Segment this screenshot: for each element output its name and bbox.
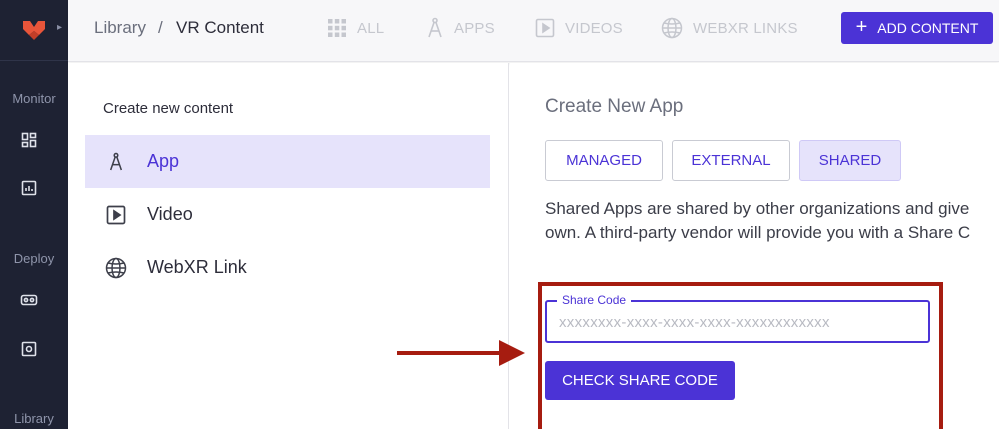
left-rail: ▸ Monitor Deploy Library <box>0 0 68 429</box>
compass-icon <box>428 17 442 38</box>
report-icon[interactable] <box>20 179 38 197</box>
description-line-2: own. A third-party vendor will provide y… <box>545 223 971 242</box>
filter-apps-label: APPS <box>454 19 495 37</box>
content-type-video-label: Video <box>147 204 193 224</box>
content-type-app[interactable]: App <box>85 135 490 188</box>
tab-shared[interactable]: SHARED <box>799 140 901 181</box>
breadcrumb-root[interactable]: Library <box>94 18 146 38</box>
plus-icon: + <box>855 16 868 38</box>
brand-logo-icon <box>23 21 45 40</box>
breadcrumb-separator: / <box>158 18 163 37</box>
content-type-webxr-link[interactable]: WebXR Link <box>85 241 490 294</box>
settings-box-icon[interactable] <box>20 340 38 358</box>
annotation-highlight-box <box>538 282 943 429</box>
play-box-icon <box>105 204 127 226</box>
chevron-right-icon[interactable]: ▸ <box>57 22 62 33</box>
content-type-video[interactable]: Video <box>85 188 490 241</box>
tab-external[interactable]: EXTERNAL <box>672 140 790 181</box>
create-content-heading: Create new content <box>103 100 234 117</box>
grid-icon <box>328 19 346 37</box>
globe-icon <box>105 257 127 279</box>
content-type-app-label: App <box>147 151 180 171</box>
tab-managed[interactable]: MANAGED <box>545 140 663 181</box>
filter-all[interactable]: ALL <box>327 16 384 40</box>
annotation-arrow-icon <box>397 340 525 366</box>
add-content-button[interactable]: + ADD CONTENT <box>841 12 993 44</box>
shared-apps-description: Shared Apps are shared by other organiza… <box>545 197 999 245</box>
add-content-label: ADD CONTENT <box>877 20 979 36</box>
description-line-1: Shared Apps are shared by other organiza… <box>545 199 970 218</box>
filter-webxr-links[interactable]: WEBXR LINKS <box>661 16 798 40</box>
rail-divider <box>0 60 68 61</box>
top-bar: Library / VR Content ALL APPS VIDEOS WEB… <box>68 0 999 62</box>
filter-videos[interactable]: VIDEOS <box>535 16 623 40</box>
vr-headset-icon[interactable] <box>20 291 38 309</box>
filter-apps[interactable]: APPS <box>426 16 495 40</box>
dashboard-icon[interactable] <box>20 131 38 149</box>
filter-webxr-links-label: WEBXR LINKS <box>693 19 798 37</box>
play-box-icon <box>535 18 555 38</box>
create-content-panel: Create new content App Video WebXR Link <box>68 63 509 429</box>
globe-icon <box>661 17 683 39</box>
compass-icon <box>105 151 127 173</box>
brand-logo[interactable]: ▸ <box>0 0 68 60</box>
filter-all-label: ALL <box>357 19 385 37</box>
rail-section-monitor: Monitor <box>12 91 56 106</box>
content-type-webxr-link-label: WebXR Link <box>147 257 247 277</box>
rail-section-library: Library <box>14 411 54 426</box>
breadcrumb-current: VR Content <box>176 18 264 37</box>
rail-section-deploy: Deploy <box>13 251 55 266</box>
create-app-title: Create New App <box>545 96 684 117</box>
filter-videos-label: VIDEOS <box>565 19 623 37</box>
